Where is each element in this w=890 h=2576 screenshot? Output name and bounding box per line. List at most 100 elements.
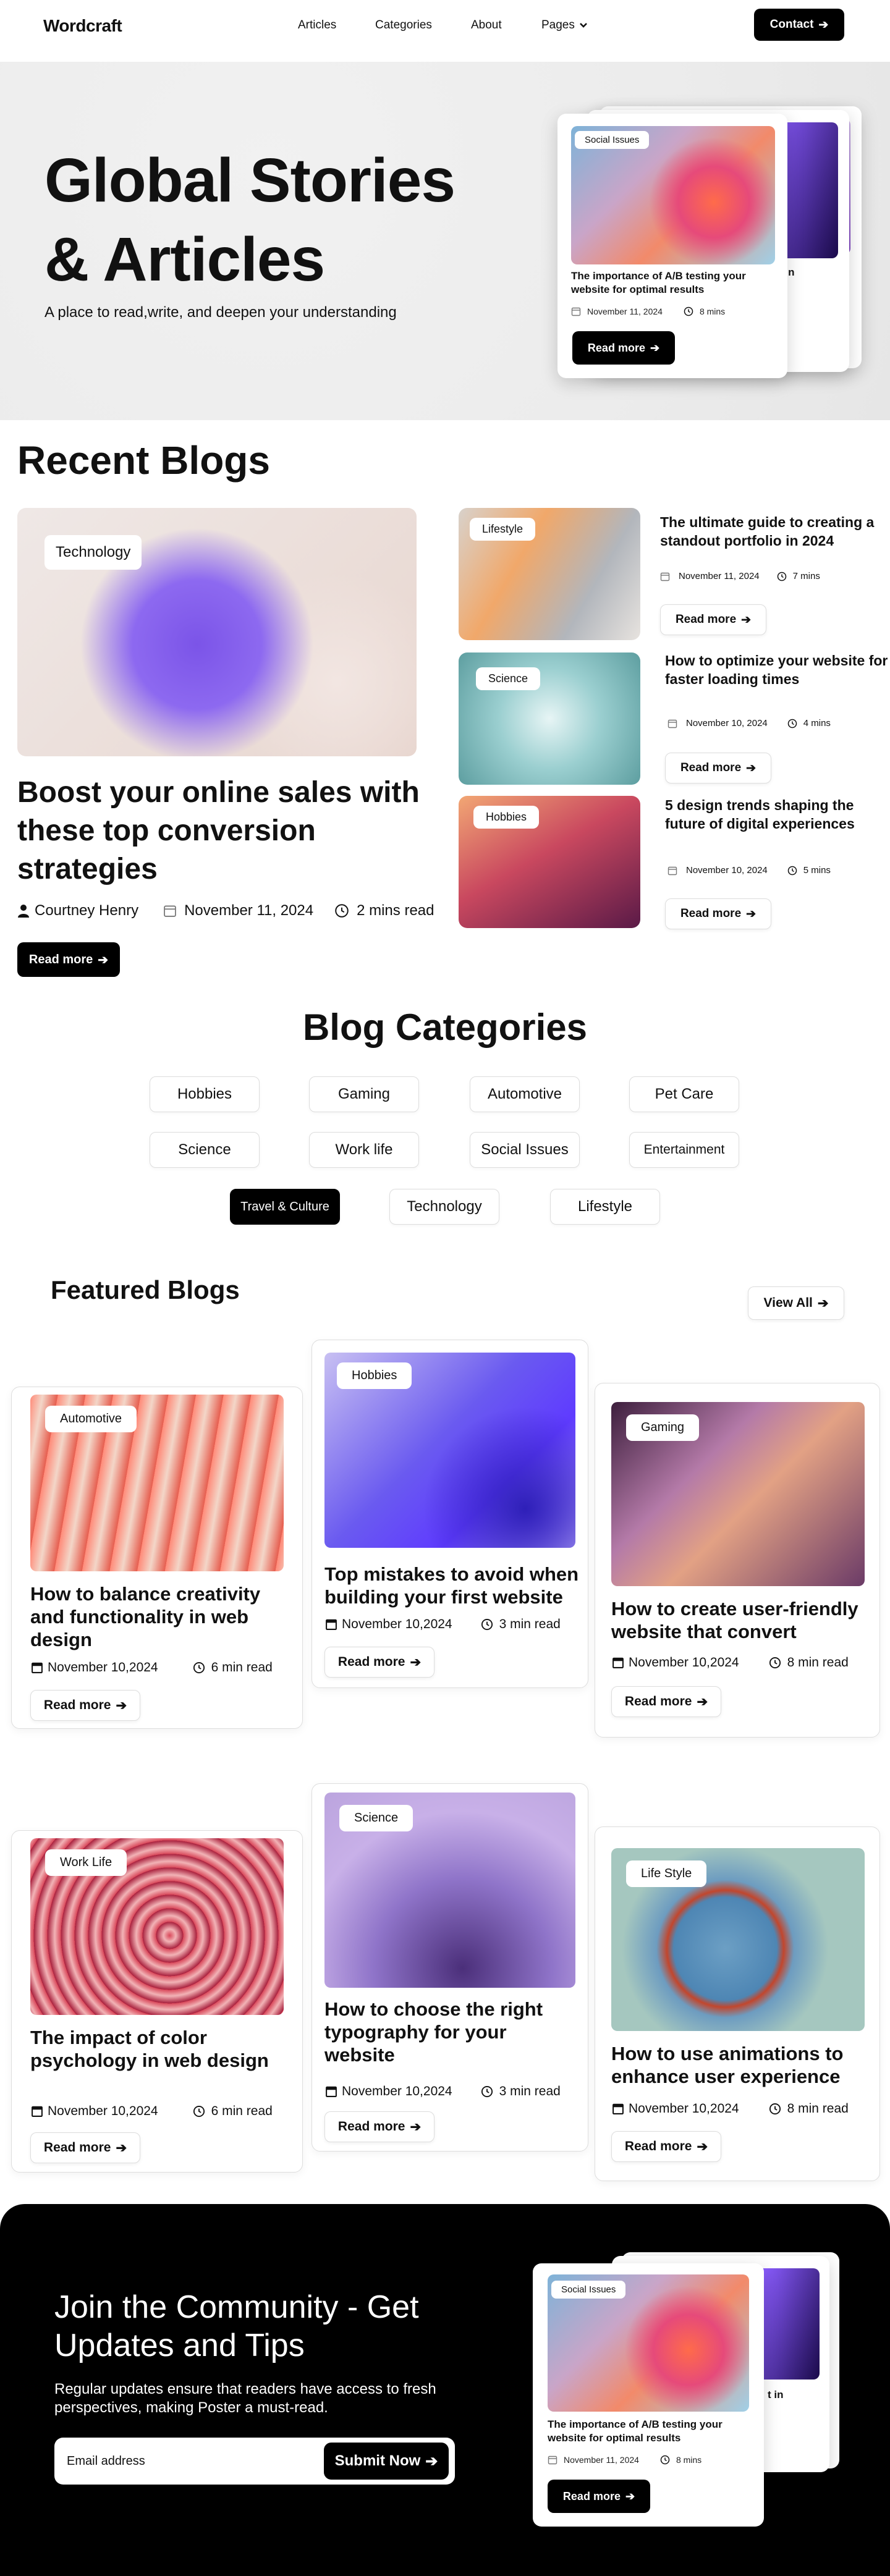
recent-side-3-meta: November 10, 2024 5 mins	[668, 865, 831, 876]
newsletter-form: Submit Now ➔	[54, 2438, 455, 2485]
featured-card-4-title: The impact of color psychology in web de…	[30, 2027, 269, 2071]
join-card-date-text: November 11, 2024	[564, 2455, 639, 2465]
featured-card-6-read-more-button[interactable]: Read more ➔	[611, 2131, 721, 2162]
submit-now-button[interactable]: Submit Now ➔	[324, 2443, 449, 2480]
featured-card-2[interactable]: Hobbies Top mistakes to avoid when build…	[312, 1340, 588, 1688]
featured-card-1-tag: Automotive	[45, 1406, 137, 1432]
view-all-button[interactable]: View All ➔	[748, 1286, 844, 1320]
featured-card-1[interactable]: Automotive How to balance creativity and…	[11, 1387, 303, 1729]
category-work-life[interactable]: Work life	[309, 1132, 419, 1168]
featured-card-3[interactable]: Gaming How to create user-friendly websi…	[595, 1383, 880, 1738]
calendar-icon	[660, 572, 670, 581]
calendar-icon	[32, 2106, 43, 2117]
featured-card-2-title: Top mistakes to avoid when building your…	[324, 1563, 579, 1608]
join-feature-card[interactable]: Social Issues The importance of A/B test…	[533, 2263, 764, 2527]
calendar-icon	[32, 1662, 43, 1673]
recent-side-3-read-more-label: Read more	[680, 907, 742, 920]
newsletter-title: Join the Community - Get Updates and Tip…	[54, 2289, 419, 2363]
hero-feature-card[interactable]: Social Issues The importance of A/B test…	[557, 114, 787, 378]
category-social-issues[interactable]: Social Issues	[470, 1132, 580, 1168]
category-technology[interactable]: Technology	[389, 1189, 499, 1225]
join-card-read-more-button[interactable]: Read more ➔	[548, 2480, 650, 2513]
hero-title-line-2: & Articles	[44, 225, 325, 294]
category-entertainment[interactable]: Entertainment	[629, 1132, 739, 1168]
recent-side-3-readtime: 5 mins	[803, 865, 831, 876]
featured-card-3-read-more-button[interactable]: Read more ➔	[611, 1686, 721, 1717]
category-automotive[interactable]: Automotive	[470, 1076, 580, 1112]
clock-icon	[787, 719, 797, 728]
calendar-icon	[668, 719, 677, 728]
featured-card-5-read-more-button[interactable]: Read more ➔	[324, 2111, 434, 2142]
recent-side-1-readtime: 7 mins	[792, 571, 820, 581]
featured-card-4[interactable]: Work Life The impact of color psychology…	[11, 1830, 303, 2173]
contact-button[interactable]: Contact ➔	[754, 9, 844, 41]
featured-card-4-meta: November 10,2024 6 min read	[30, 2104, 273, 2119]
hero-card-read-more-button[interactable]: Read more ➔	[572, 331, 675, 365]
contact-button-label: Contact	[769, 18, 814, 31]
recent-side-3-read-more-button[interactable]: Read more ➔	[665, 898, 771, 929]
recent-side-2-title[interactable]: How to optimize your website for faster …	[665, 651, 890, 688]
featured-card-6-date: November 10,2024	[629, 2101, 739, 2116]
featured-card-6-title: How to use animations to enhance user ex…	[611, 2043, 844, 2087]
recent-main-date-text: November 11, 2024	[184, 902, 314, 919]
clock-icon	[193, 1662, 205, 1674]
featured-card-5-meta: November 10,2024 3 min read	[324, 2084, 561, 2099]
category-lifestyle[interactable]: Lifestyle	[550, 1189, 660, 1225]
featured-blogs-heading: Featured Blogs	[51, 1275, 240, 1304]
hero-title: Global Stories & Articles	[44, 141, 539, 299]
recent-main-author: Courtney Henry	[17, 902, 138, 919]
recent-main-read-more-button[interactable]: Read more ➔	[17, 942, 120, 977]
recent-main-title[interactable]: Boost your online sales with these top c…	[17, 774, 450, 889]
join-card-tag: Social Issues	[551, 2281, 626, 2299]
category-gaming[interactable]: Gaming	[309, 1076, 419, 1112]
clock-icon	[769, 2103, 781, 2115]
featured-card-3-read-more-label: Read more	[624, 1694, 692, 1708]
arrow-right-icon: ➔	[818, 18, 829, 32]
category-hobbies[interactable]: Hobbies	[150, 1076, 260, 1112]
featured-card-2-read-more-button[interactable]: Read more ➔	[324, 1647, 434, 1678]
category-travel-culture[interactable]: Travel & Culture	[230, 1189, 340, 1225]
site-logo[interactable]: Wordcraft	[43, 16, 122, 36]
featured-card-1-read-more-button[interactable]: Read more ➔	[30, 1690, 140, 1721]
email-input[interactable]	[67, 2449, 357, 2473]
featured-card-3-tag: Gaming	[626, 1414, 700, 1441]
category-pet-care[interactable]: Pet Care	[629, 1076, 739, 1112]
page: Wordcraft Articles Categories About Page…	[0, 0, 890, 2576]
featured-card-2-meta: November 10,2024 3 min read	[324, 1617, 561, 1632]
recent-side-2-tag: Science	[476, 667, 541, 690]
arrow-right-icon: ➔	[625, 2489, 635, 2502]
featured-card-3-date: November 10,2024	[629, 1655, 739, 1670]
recent-side-1-date: November 11, 2024	[679, 571, 760, 581]
featured-card-6[interactable]: Life Style How to use animations to enha…	[595, 1826, 880, 2181]
recent-main-meta: Courtney Henry November 11, 2024 2 mins …	[17, 902, 434, 919]
clock-icon	[769, 1657, 781, 1669]
hero-card-date-text: November 11, 2024	[587, 306, 663, 316]
featured-card-1-read-more-label: Read more	[43, 1698, 111, 1712]
calendar-icon	[571, 307, 581, 316]
nav-pages-dropdown[interactable]: Pages	[541, 19, 588, 32]
featured-card-4-read-more-button[interactable]: Read more ➔	[30, 2132, 140, 2163]
calendar-icon	[326, 2086, 337, 2097]
hero-title-line-1: Global Stories	[44, 146, 456, 215]
calendar-icon	[548, 2456, 557, 2465]
hero-card-readtime: 8 mins	[684, 306, 725, 316]
recent-side-3-title[interactable]: 5 design trends shaping the future of di…	[665, 796, 890, 833]
category-science[interactable]: Science	[150, 1132, 260, 1168]
arrow-right-icon: ➔	[410, 1655, 422, 1670]
featured-card-5[interactable]: Science How to choose the right typograp…	[312, 1783, 588, 2152]
recent-side-1-read-more-button[interactable]: Read more ➔	[660, 604, 766, 635]
arrow-right-icon: ➔	[650, 341, 660, 354]
featured-card-5-title: How to choose the right typography for y…	[324, 1998, 543, 2066]
recent-side-2-read-more-button[interactable]: Read more ➔	[665, 753, 771, 783]
featured-card-4-read-more-label: Read more	[43, 2140, 111, 2155]
calendar-icon	[164, 905, 176, 917]
hero-section: Global Stories & Articles A place to read…	[0, 62, 890, 420]
featured-card-5-date: November 10,2024	[342, 2084, 452, 2098]
nav-link-about[interactable]: About	[471, 19, 502, 32]
hero-subtitle: A place to read,write, and deepen your u…	[44, 304, 397, 321]
arrow-right-icon: ➔	[410, 2119, 422, 2134]
nav-link-articles[interactable]: Articles	[298, 19, 336, 32]
nav-link-categories[interactable]: Categories	[375, 19, 432, 32]
recent-side-1-title[interactable]: The ultimate guide to creating a standou…	[660, 513, 889, 550]
top-navbar: Wordcraft Articles Categories About Page…	[0, 0, 890, 62]
